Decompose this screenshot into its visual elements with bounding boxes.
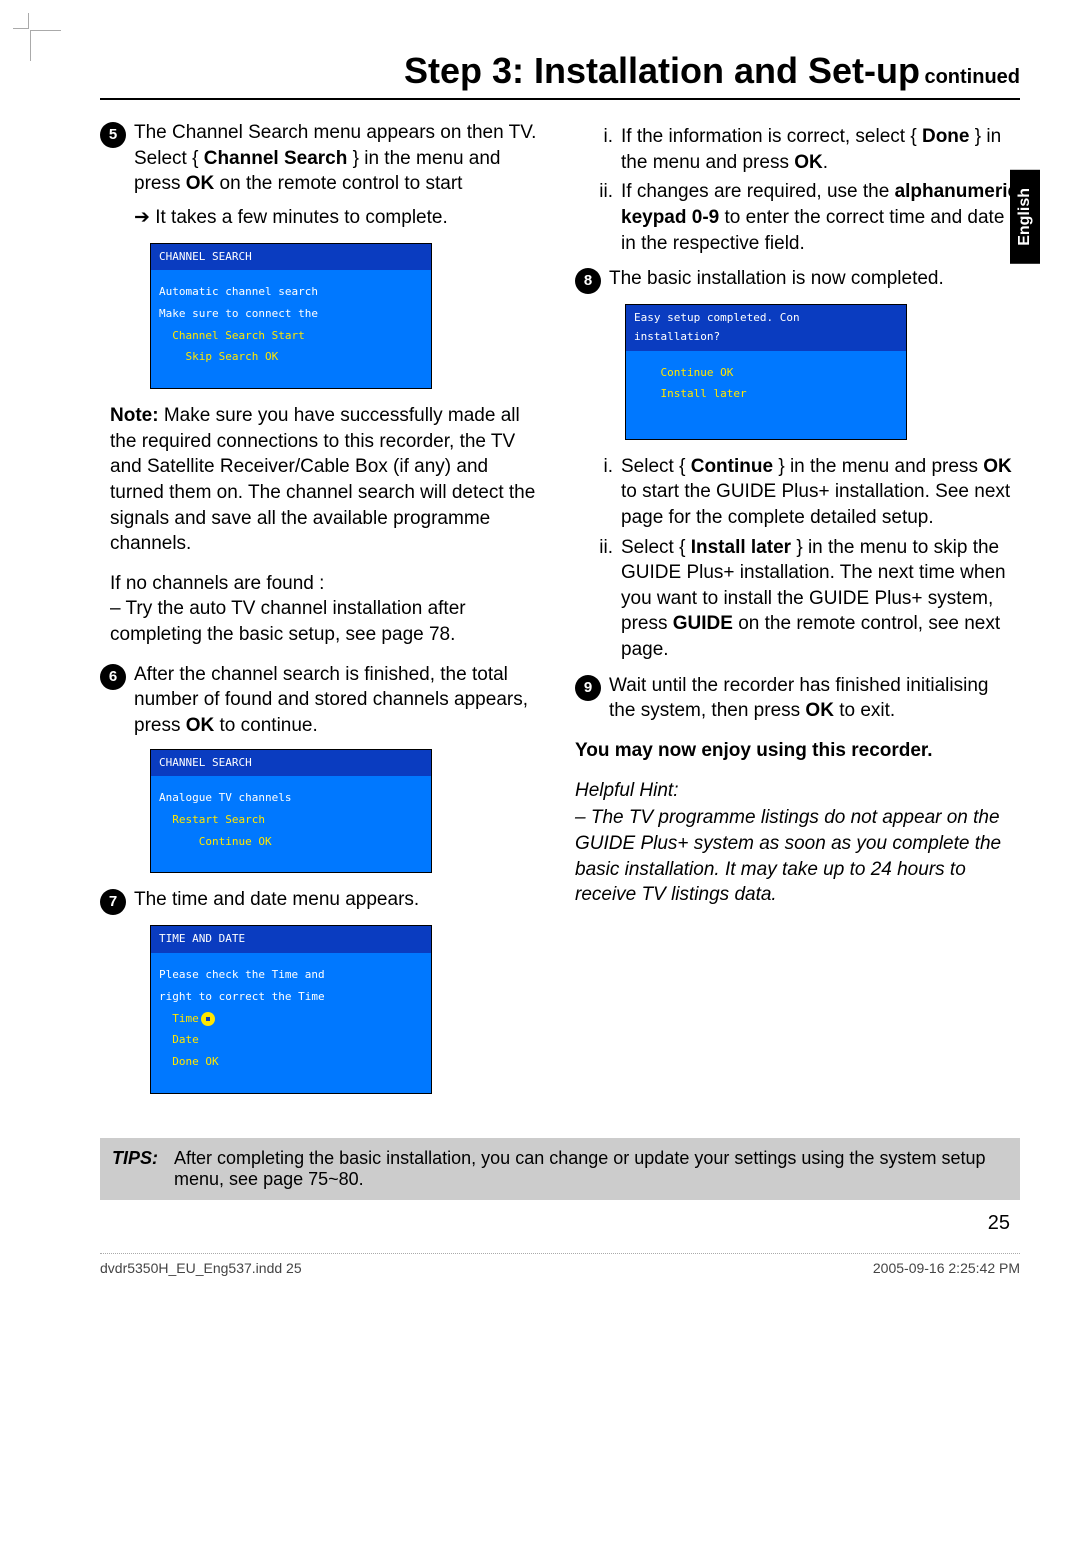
osd-title: CHANNEL SEARCH — [151, 750, 431, 777]
osd-title: TIME AND DATE — [151, 926, 431, 953]
tips-label: TIPS: — [112, 1148, 158, 1190]
step-body: Wait until the recorder has finished ini… — [609, 673, 1020, 724]
step-number: 9 — [575, 675, 601, 701]
language-tab: English — [1010, 170, 1040, 264]
page-number: 25 — [100, 1212, 1010, 1235]
page-title-continued: continued — [924, 66, 1020, 88]
sub-item-ii: ii. If changes are required, use the alp… — [585, 179, 1020, 256]
osd-body: Analogue TV channels Restart Search Cont… — [151, 776, 431, 872]
step-body: After the channel search is finished, th… — [134, 662, 545, 739]
nav-icon — [201, 1012, 215, 1026]
step-number: 5 — [100, 122, 126, 148]
step-body: The Channel Search menu appears on then … — [134, 120, 545, 197]
sub-item-8-i: i. Select { Continue } in the menu and p… — [585, 454, 1020, 531]
right-column: i. If the information is correct, select… — [575, 120, 1020, 1108]
left-column: 5 The Channel Search menu appears on the… — [100, 120, 545, 1108]
no-channels-block: If no channels are found : – Try the aut… — [110, 571, 545, 648]
note-block: Note: Make sure you have successfully ma… — [110, 403, 545, 557]
osd-title: CHANNEL SEARCH — [151, 244, 431, 271]
footer-file: dvdr5350H_EU_Eng537.indd 25 — [100, 1260, 302, 1276]
step-5-result: It takes a few minutes to complete. — [134, 205, 545, 231]
helpful-hint-body: – The TV programme listings do not appea… — [575, 805, 1020, 908]
step-7: 7 The time and date menu appears. — [100, 887, 545, 915]
osd-setup-complete: Easy setup completed. Coninstallation? C… — [625, 304, 907, 439]
content-columns: 5 The Channel Search menu appears on the… — [100, 120, 1020, 1108]
osd-channel-search-1: CHANNEL SEARCH Automatic channel search … — [150, 243, 432, 389]
tips-bar: TIPS: After completing the basic install… — [100, 1138, 1020, 1200]
step-5: 5 The Channel Search menu appears on the… — [100, 120, 545, 197]
enjoy-message: You may now enjoy using this recorder. — [575, 738, 1020, 764]
footer-timestamp: 2005-09-16 2:25:42 PM — [873, 1260, 1020, 1276]
step-body: The basic installation is now completed. — [609, 266, 1020, 294]
page-title: Step 3: Installation and Set-up — [404, 50, 920, 91]
osd-title: Easy setup completed. Coninstallation? — [626, 305, 906, 350]
osd-body: Continue OK Install later — [626, 351, 906, 439]
sub-item-8-ii: ii. Select { Install later } in the menu… — [585, 535, 1020, 663]
step-6: 6 After the channel search is finished, … — [100, 662, 545, 739]
crop-mark — [13, 13, 29, 29]
step-number: 7 — [100, 889, 126, 915]
crop-mark — [30, 30, 61, 61]
sub-item-i: i. If the information is correct, select… — [585, 124, 1020, 175]
footer: dvdr5350H_EU_Eng537.indd 25 2005-09-16 2… — [100, 1253, 1020, 1276]
step-number: 8 — [575, 268, 601, 294]
osd-body: Please check the Time and right to corre… — [151, 953, 431, 1092]
page-header: Step 3: Installation and Set-up continue… — [100, 50, 1020, 100]
osd-channel-search-2: CHANNEL SEARCH Analogue TV channels Rest… — [150, 749, 432, 874]
osd-body: Automatic channel search Make sure to co… — [151, 270, 431, 388]
osd-time-date: TIME AND DATE Please check the Time and … — [150, 925, 432, 1093]
helpful-hint-label: Helpful Hint: — [575, 778, 1020, 804]
step-number: 6 — [100, 664, 126, 690]
step-body: The time and date menu appears. — [134, 887, 545, 915]
tips-text: After completing the basic installation,… — [174, 1148, 1008, 1190]
step-9: 9 Wait until the recorder has finished i… — [575, 673, 1020, 724]
page: Step 3: Installation and Set-up continue… — [0, 0, 1080, 1558]
step-8: 8 The basic installation is now complete… — [575, 266, 1020, 294]
